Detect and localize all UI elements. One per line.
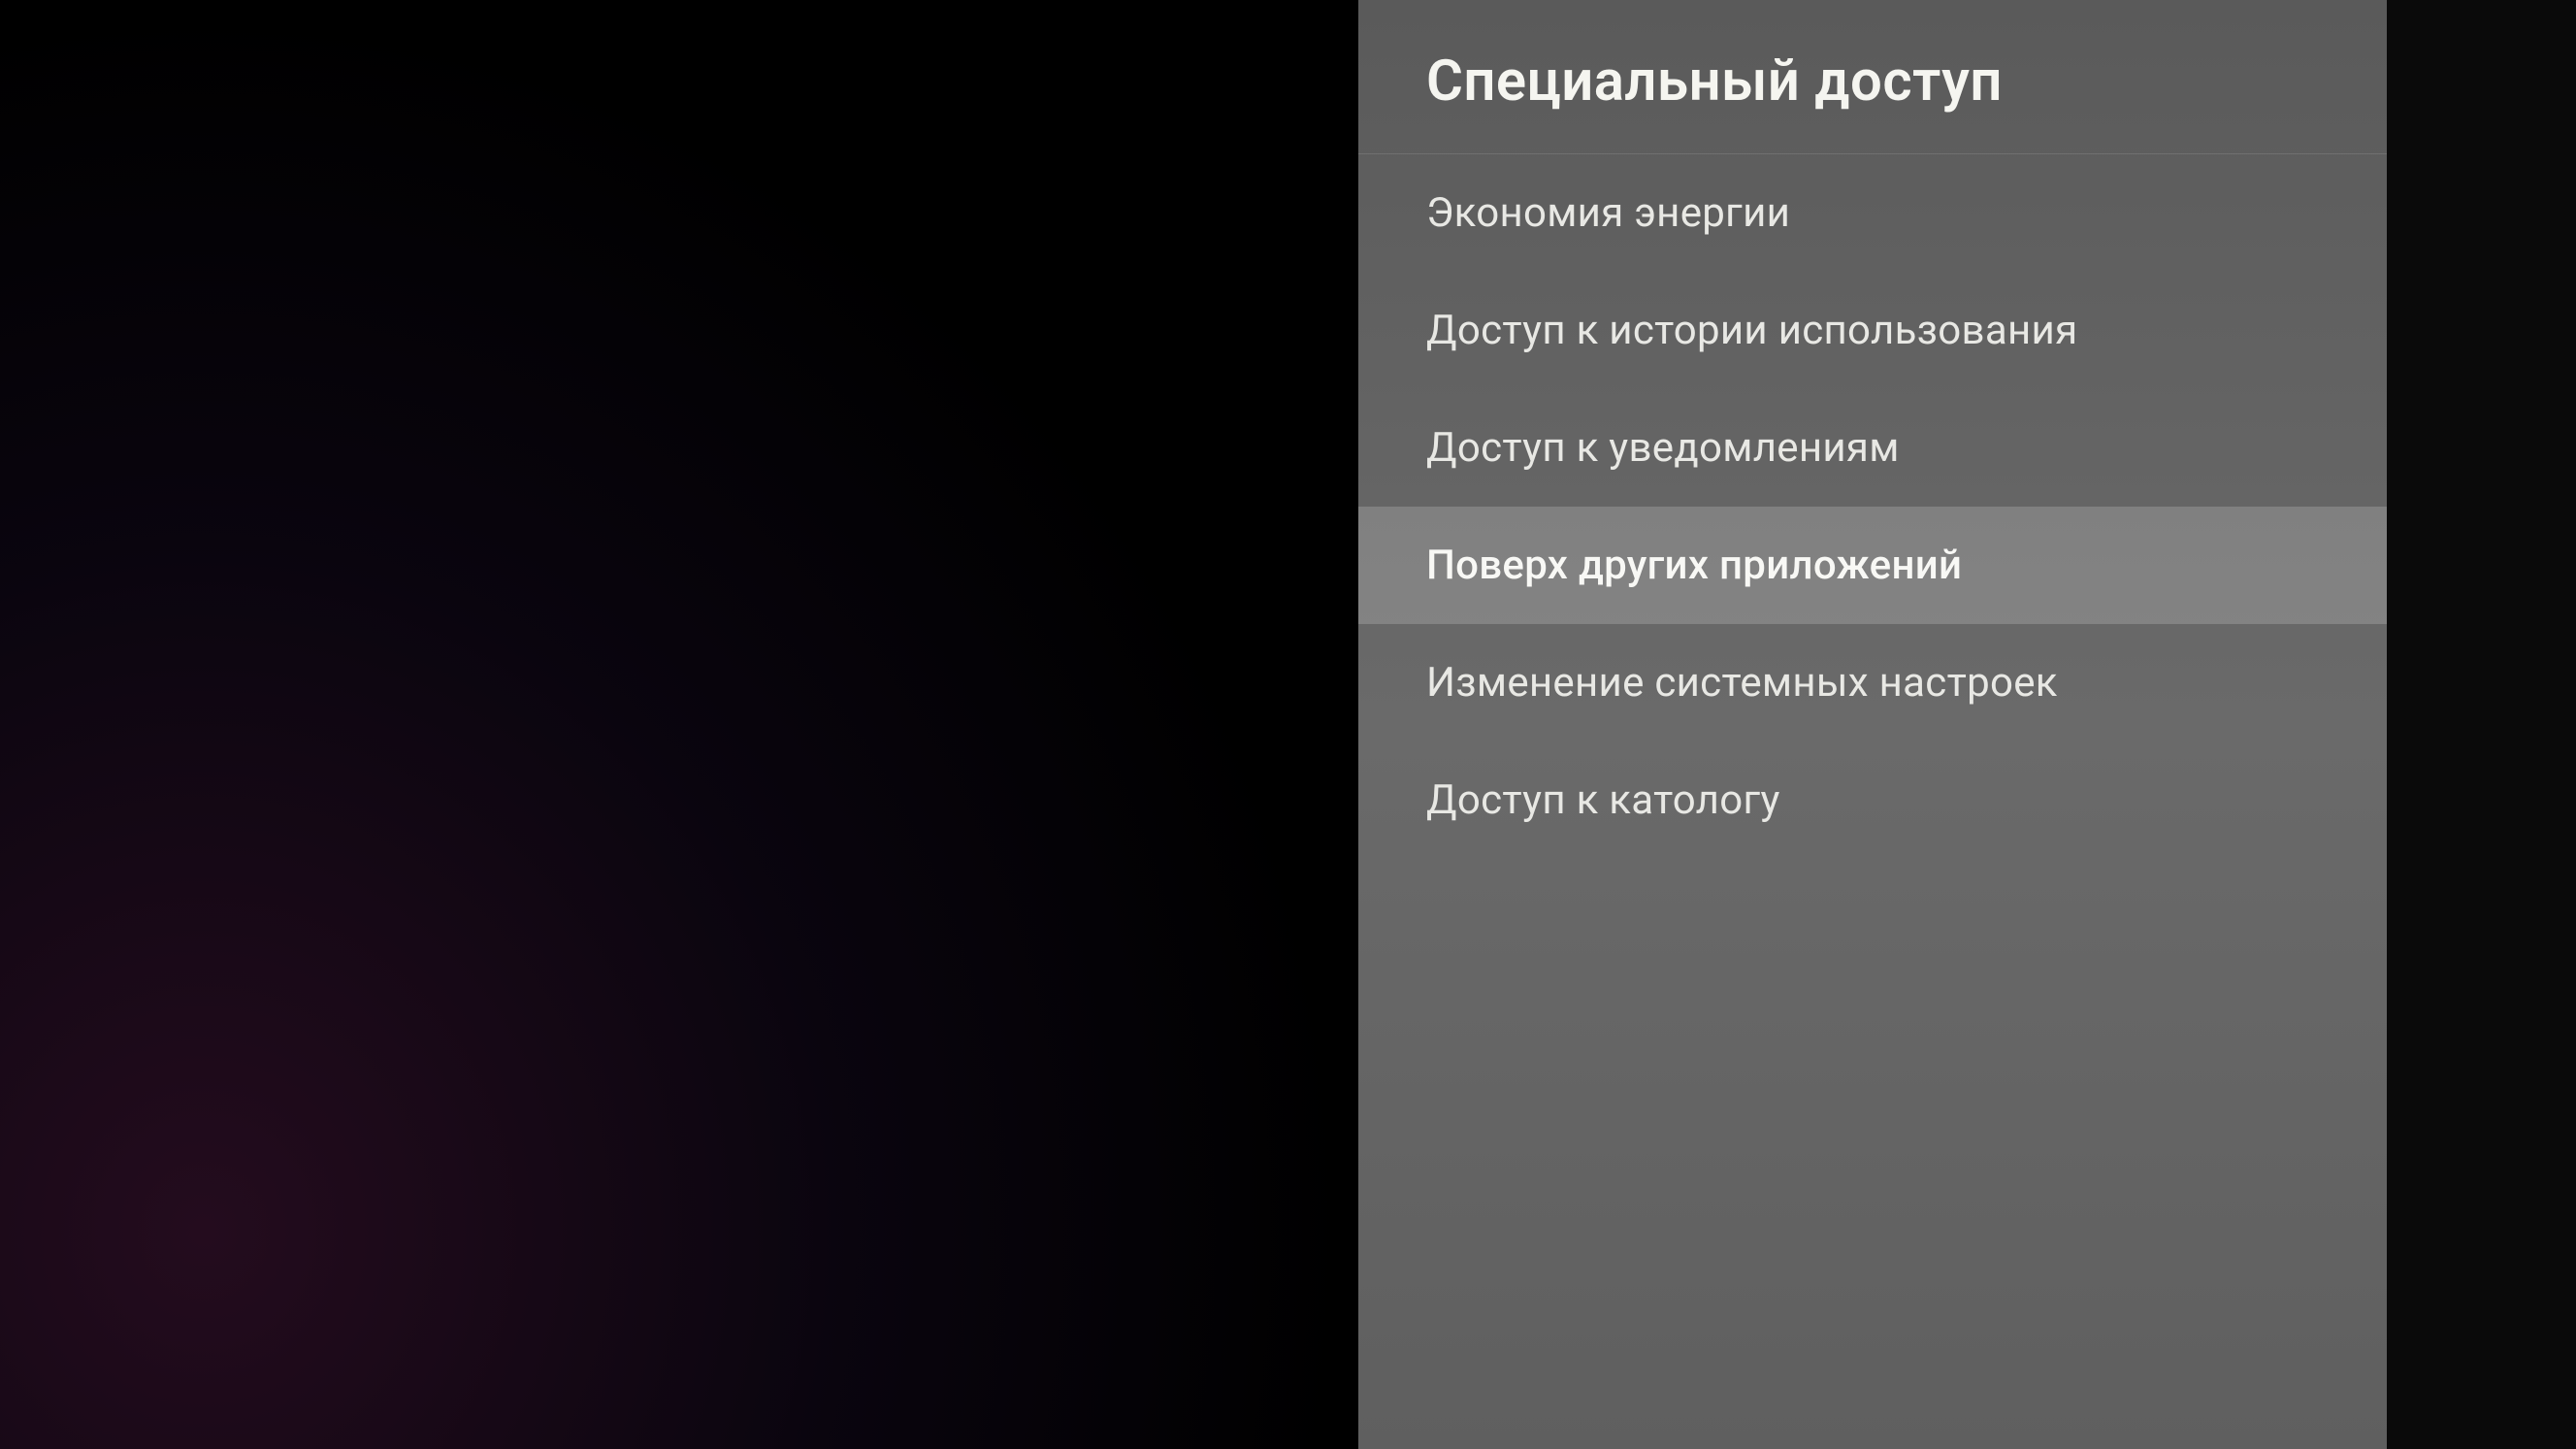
menu-item-label: Доступ к катологу: [1426, 776, 1780, 824]
menu-item-label: Поверх других приложений: [1426, 542, 1962, 589]
screen-container: Специальный доступ Экономия энергии Дост…: [0, 0, 2576, 1449]
menu-item-notification-access[interactable]: Доступ к уведомлениям: [1358, 389, 2387, 507]
menu-item-label: Доступ к уведомлениям: [1426, 424, 1900, 472]
panel-header: Специальный доступ: [1358, 0, 2387, 154]
menu-item-usage-history[interactable]: Доступ к истории использования: [1358, 272, 2387, 389]
menu-item-directory-access[interactable]: Доступ к катологу: [1358, 741, 2387, 859]
menu-item-label: Изменение системных настроек: [1426, 659, 2058, 707]
panel-title: Специальный доступ: [1426, 49, 2319, 115]
menu-item-display-over-apps[interactable]: Поверх других приложений: [1358, 507, 2387, 624]
left-background-area: [0, 0, 1358, 1449]
menu-item-energy-saving[interactable]: Экономия энергии: [1358, 154, 2387, 272]
menu-item-modify-system-settings[interactable]: Изменение системных настроек: [1358, 624, 2387, 741]
menu-item-label: Доступ к истории использования: [1426, 307, 2077, 354]
settings-panel: Специальный доступ Экономия энергии Дост…: [1358, 0, 2387, 1449]
right-edge-area: [2387, 0, 2576, 1449]
menu-list: Экономия энергии Доступ к истории исполь…: [1358, 154, 2387, 859]
menu-item-label: Экономия энергии: [1426, 189, 1790, 237]
